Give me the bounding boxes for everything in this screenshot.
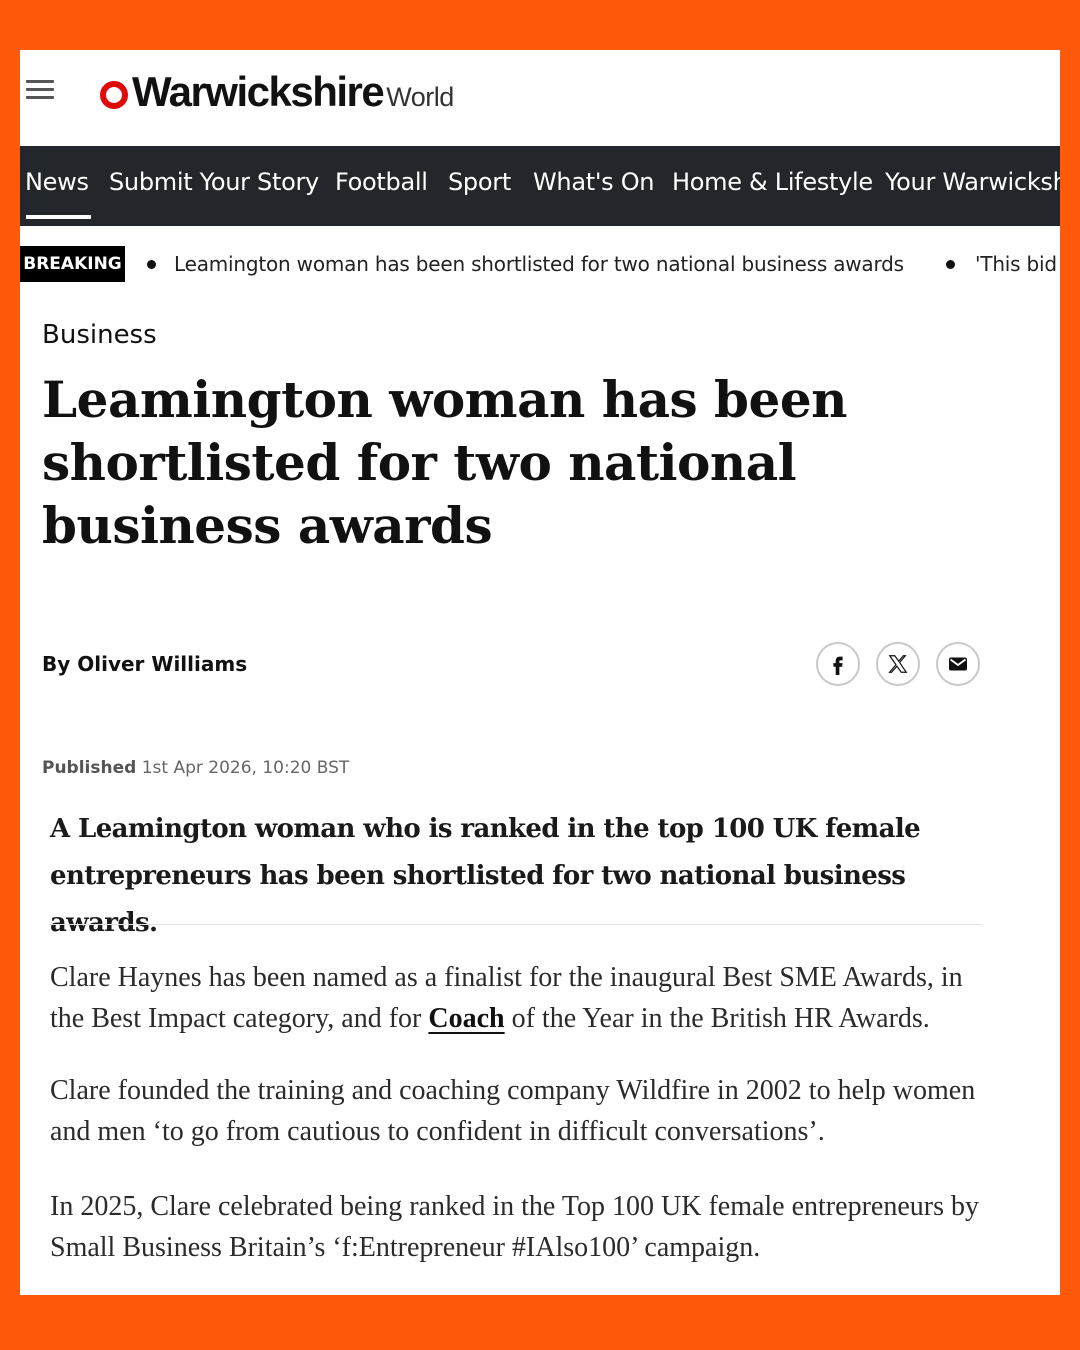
facebook-share-button[interactable] [816, 642, 860, 686]
nav-item-sport[interactable]: Sport [448, 146, 511, 226]
logo-suffix: World [386, 82, 454, 112]
published-timestamp: 1st Apr 2026, 10:20 BST [141, 758, 350, 778]
x-share-button[interactable] [876, 642, 920, 686]
x-icon [888, 655, 908, 673]
nav-item-news[interactable]: News [25, 146, 89, 226]
logo-name: Warwickshire [132, 68, 385, 115]
article-paragraph: Clare founded the training and coaching … [50, 1075, 976, 1147]
section-label[interactable]: Business [42, 320, 157, 350]
article-paragraph: In 2025, Clare celebrated being ranked i… [50, 1191, 979, 1263]
published-date: Published 1st Apr 2026, 10:20 BST [42, 758, 349, 778]
site-header: Warwickshire World [20, 50, 1060, 146]
article-card: Warwickshire World News Submit Your Stor… [20, 50, 1060, 1295]
nav-item-submit-your-story[interactable]: Submit Your Story [109, 146, 319, 226]
site-logo[interactable]: Warwickshire World [100, 68, 454, 116]
facebook-icon [833, 656, 843, 675]
nav-item-home-lifestyle[interactable]: Home & Lifestyle [672, 146, 873, 226]
article-headline: Leamington woman has been shortlisted fo… [42, 370, 847, 555]
breaking-ticker: BREAKING Leamington woman has been short… [20, 246, 1060, 284]
breaking-badge: BREAKING [20, 246, 125, 282]
nav-item-your-warwickshire[interactable]: Your Warwicksh [885, 146, 1060, 226]
ticker-item[interactable]: 'This bid [975, 246, 1057, 282]
menu-icon[interactable] [26, 80, 54, 100]
published-label: Published [42, 758, 137, 778]
article-paragraph: Clare Haynes has been named as a finalis… [50, 957, 1000, 1039]
email-icon [949, 657, 967, 671]
coach-link[interactable]: Coach [428, 1003, 504, 1034]
author-byline[interactable]: By Oliver Williams [42, 652, 247, 676]
nav-item-football[interactable]: Football [335, 146, 428, 226]
logo-mark-icon [100, 81, 128, 109]
ticker-bullet-icon [946, 260, 955, 269]
email-share-button[interactable] [936, 642, 980, 686]
divider [50, 924, 982, 925]
active-nav-indicator [26, 215, 91, 219]
ticker-item[interactable]: Leamington woman has been shortlisted fo… [174, 246, 904, 282]
ticker-bullet-icon [147, 260, 156, 269]
article-standfirst: A Leamington woman who is ranked in the … [50, 814, 921, 938]
nav-item-whats-on[interactable]: What's On [533, 146, 655, 226]
paragraph-text: of the Year in the British HR Awards. [504, 1003, 930, 1034]
main-nav: News Submit Your Story Football Sport Wh… [20, 146, 1060, 226]
